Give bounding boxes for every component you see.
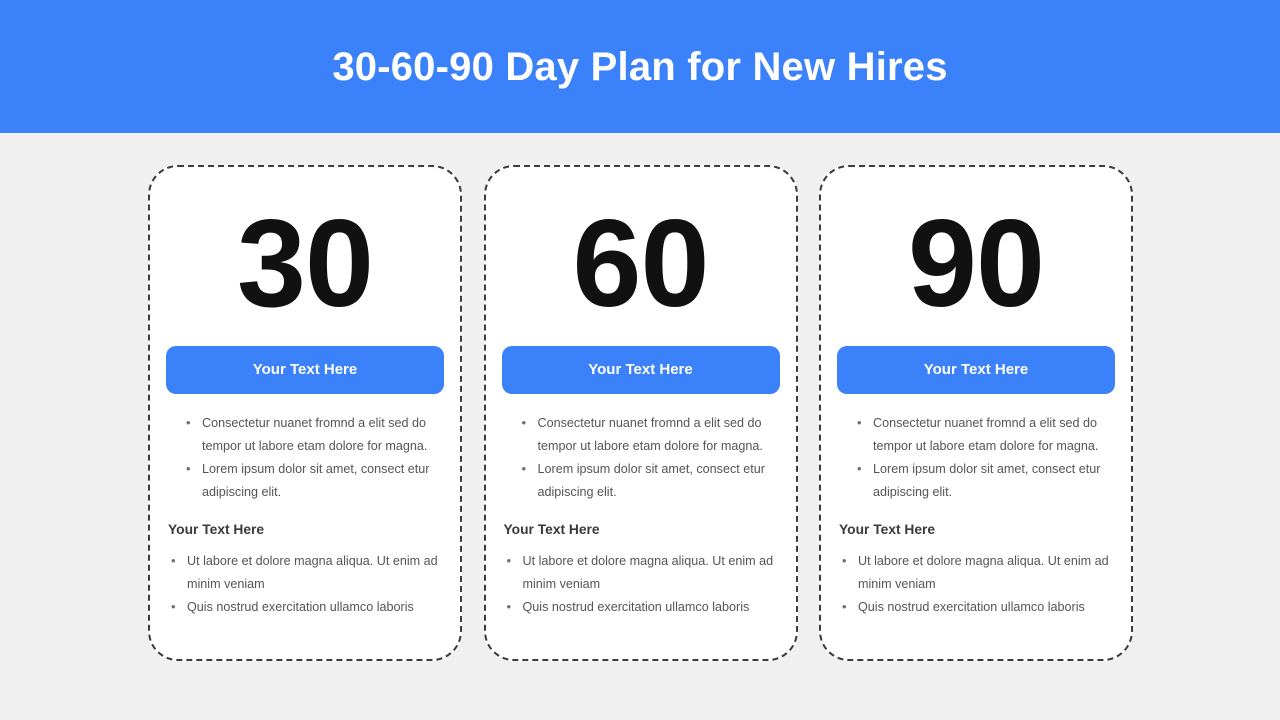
list-item: Lorem ipsum dolor sit amet, consect etur… [183, 457, 442, 504]
slide-canvas: 30-60-90 Day Plan for New Hires 30 Your … [0, 0, 1280, 720]
primary-bullet-list: Consectetur nuanet fromnd a elit sed do … [183, 411, 442, 504]
section-heading: Your Text Here [168, 522, 265, 537]
list-item: Consectetur nuanet fromnd a elit sed do … [519, 411, 778, 458]
page-title: 30-60-90 Day Plan for New Hires [332, 44, 948, 89]
plan-card-90[interactable]: 90 Your Text Here Consectetur nuanet fro… [819, 165, 1133, 661]
list-item: Quis nostrud exercitation ullamco labori… [839, 595, 1113, 619]
card-body: Consectetur nuanet fromnd a elit sed do … [150, 411, 460, 619]
list-item: Consectetur nuanet fromnd a elit sed do … [854, 411, 1113, 458]
section-heading: Your Text Here [503, 522, 600, 537]
plan-card-60[interactable]: 60 Your Text Here Consectetur nuanet fro… [483, 165, 798, 661]
list-item: Ut labore et dolore magna aliqua. Ut eni… [839, 549, 1113, 596]
secondary-bullet-list: Ut labore et dolore magna aliqua. Ut eni… [168, 549, 442, 619]
secondary-bullet-list: Ut labore et dolore magna aliqua. Ut eni… [504, 549, 778, 619]
list-item: Lorem ipsum dolor sit amet, consect etur… [854, 457, 1113, 504]
card-cta-button[interactable]: Your Text Here [837, 346, 1115, 394]
plan-cards-row: 30 Your Text Here Consectetur nuanet fro… [148, 165, 1133, 661]
list-item: Ut labore et dolore magna aliqua. Ut eni… [504, 549, 778, 596]
day-number: 30 [237, 195, 374, 333]
section-heading: Your Text Here [839, 522, 936, 537]
list-item: Quis nostrud exercitation ullamco labori… [504, 595, 778, 619]
card-body: Consectetur nuanet fromnd a elit sed do … [821, 411, 1131, 619]
primary-bullet-list: Consectetur nuanet fromnd a elit sed do … [854, 411, 1113, 504]
list-item: Lorem ipsum dolor sit amet, consect etur… [519, 457, 778, 504]
list-item: Quis nostrud exercitation ullamco labori… [168, 595, 442, 619]
card-cta-button[interactable]: Your Text Here [501, 346, 780, 394]
primary-bullet-list: Consectetur nuanet fromnd a elit sed do … [519, 411, 778, 504]
list-item: Ut labore et dolore magna aliqua. Ut eni… [168, 549, 442, 596]
secondary-bullet-list: Ut labore et dolore magna aliqua. Ut eni… [839, 549, 1113, 619]
card-cta-button[interactable]: Your Text Here [166, 346, 444, 394]
plan-card-30[interactable]: 30 Your Text Here Consectetur nuanet fro… [148, 165, 462, 661]
card-body: Consectetur nuanet fromnd a elit sed do … [486, 411, 796, 619]
header-banner: 30-60-90 Day Plan for New Hires [0, 0, 1280, 133]
day-number: 90 [908, 195, 1045, 333]
list-item: Consectetur nuanet fromnd a elit sed do … [183, 411, 442, 458]
day-number: 60 [572, 195, 710, 333]
